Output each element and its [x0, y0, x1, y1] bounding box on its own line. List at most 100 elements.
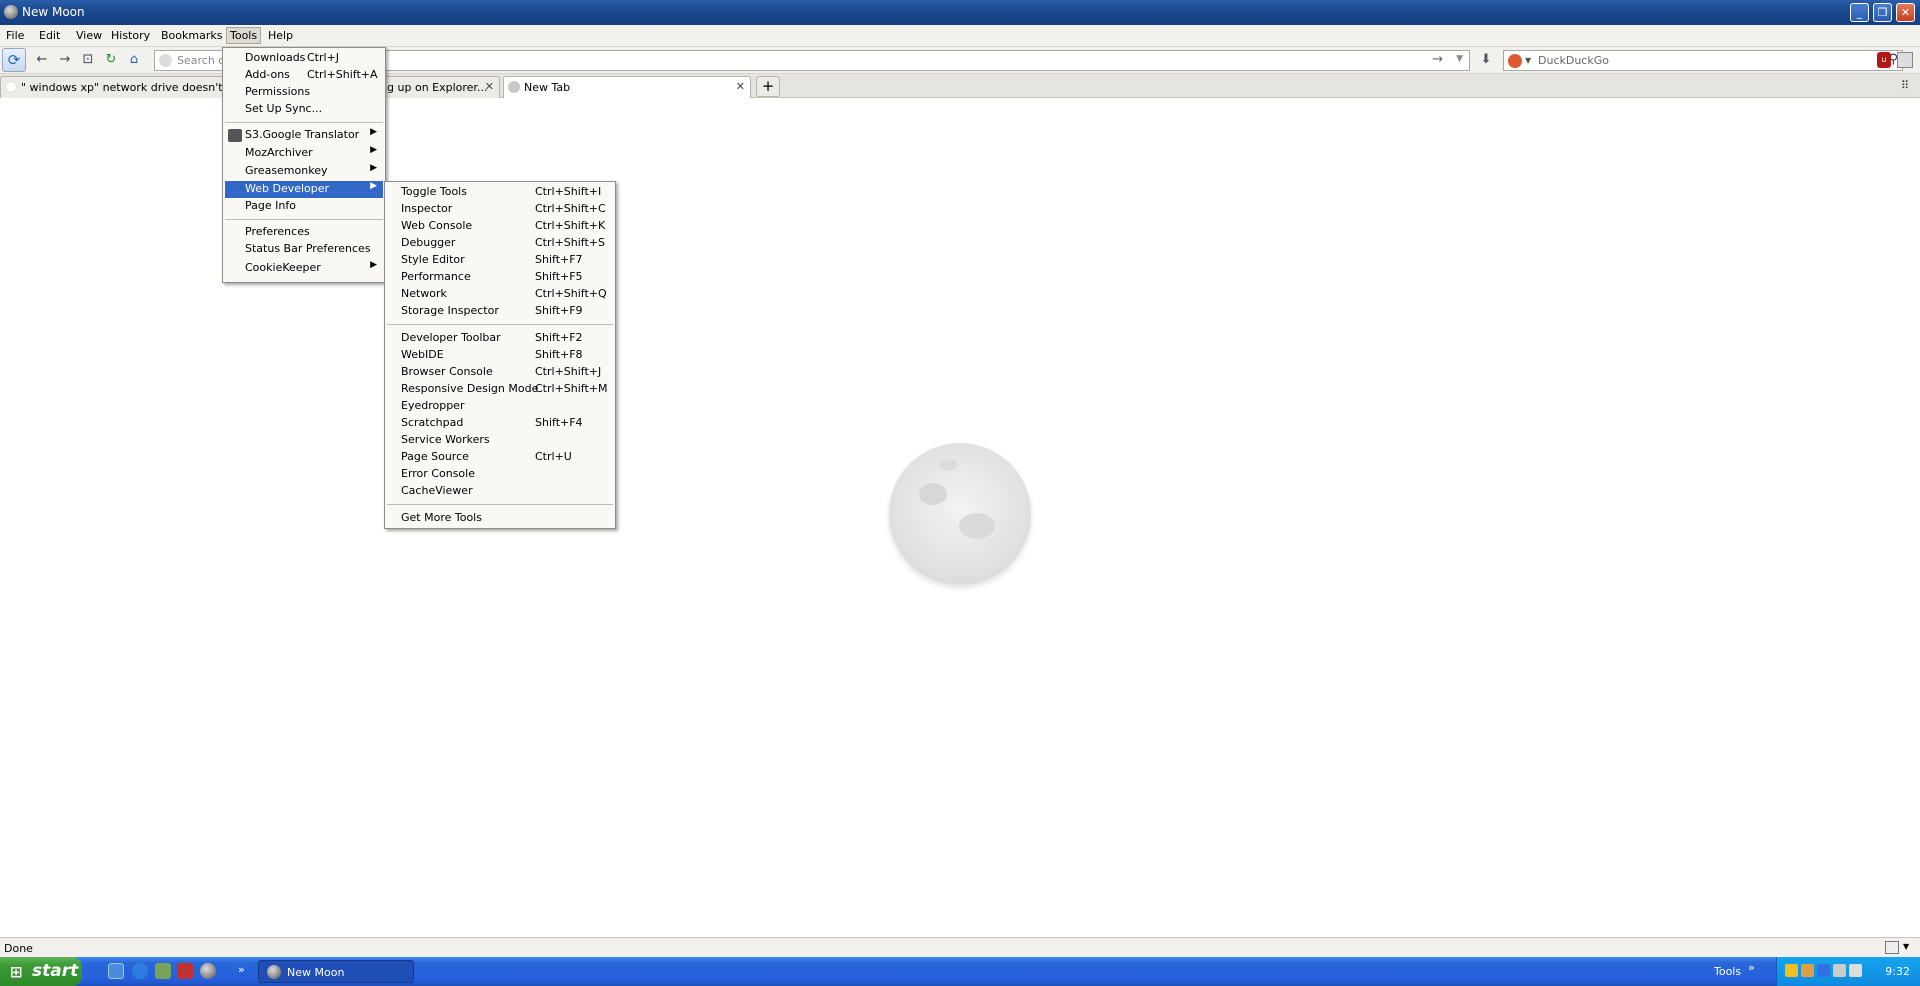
- bluetooth-icon[interactable]: [1817, 964, 1830, 977]
- minimize-button[interactable]: _: [1850, 3, 1869, 22]
- menu-item-page-info[interactable]: Page Info: [225, 198, 383, 215]
- clock[interactable]: 9:32: [1885, 965, 1910, 978]
- menu-item-responsive-design-mode[interactable]: Responsive Design Mode Ctrl+Shift+M: [387, 381, 613, 398]
- menu-edit[interactable]: Edit: [39, 29, 60, 42]
- menu-view[interactable]: View: [76, 29, 102, 42]
- volume-icon[interactable]: [1849, 964, 1862, 977]
- menu-item-inspector[interactable]: Inspector Ctrl+Shift+C: [387, 201, 613, 218]
- menu-item-developer-toolbar[interactable]: Developer Toolbar Shift+F2: [387, 330, 613, 347]
- close-tab-icon[interactable]: ✕: [485, 80, 494, 93]
- page-icon: [508, 81, 520, 93]
- menu-item-set-up-sync[interactable]: Set Up Sync...: [225, 101, 383, 118]
- menu-item-scratchpad[interactable]: Scratchpad Shift+F4: [387, 415, 613, 432]
- menu-help[interactable]: Help: [268, 29, 293, 42]
- web-developer-menu: Toggle Tools Ctrl+Shift+I Inspector Ctrl+S…: [384, 181, 616, 529]
- moon-logo-icon: [889, 443, 1031, 585]
- menu-item-webide[interactable]: WebIDE Shift+F8: [387, 347, 613, 364]
- sidebar-toggle-icon[interactable]: [1897, 52, 1913, 68]
- menu-item-get-more-tools[interactable]: Get More Tools: [387, 510, 613, 527]
- menu-item-toggle-tools[interactable]: Toggle Tools Ctrl+Shift+I: [387, 184, 613, 201]
- network-icon[interactable]: [1833, 964, 1846, 977]
- status-text: Done: [4, 942, 33, 955]
- menu-bookmarks[interactable]: Bookmarks: [161, 29, 222, 42]
- menu-file[interactable]: File: [6, 29, 24, 42]
- menu-item-service-workers[interactable]: Service Workers: [387, 432, 613, 449]
- new-tab-button[interactable]: +: [756, 76, 780, 97]
- toolbar-chevron-icon[interactable]: »: [1748, 961, 1755, 974]
- close-button[interactable]: ✕: [1896, 3, 1915, 22]
- home-icon[interactable]: ⌂: [123, 50, 145, 70]
- taskbar: ⊞ start » New Moon Tools » 9:32: [0, 957, 1920, 986]
- menu-item-style-editor[interactable]: Style Editor Shift+F7: [387, 252, 613, 269]
- menu-separator: [225, 219, 383, 220]
- menu-item-preferences[interactable]: Preferences: [225, 224, 383, 241]
- menu-item-cookiekeeper[interactable]: CookieKeeper ▶: [225, 260, 383, 277]
- taskbar-item-new-moon[interactable]: New Moon: [258, 960, 414, 983]
- chevron-right-icon[interactable]: »: [238, 963, 245, 976]
- tray-app-icon[interactable]: [1801, 964, 1814, 977]
- menu-item-eyedropper[interactable]: Eyedropper: [387, 398, 613, 415]
- windows-flag-icon: ⊞: [10, 963, 23, 981]
- ublock-icon[interactable]: u: [1877, 52, 1891, 68]
- search-placeholder: DuckDuckGo: [1538, 54, 1609, 67]
- menu-item-s3-google-translator[interactable]: S3.Google Translator ▶: [225, 127, 383, 144]
- duckduckgo-icon[interactable]: [1508, 54, 1522, 68]
- menu-item-storage-inspector[interactable]: Storage Inspector Shift+F9: [387, 303, 613, 320]
- menu-item-web-console[interactable]: Web Console Ctrl+Shift+K: [387, 218, 613, 235]
- zoom-icon[interactable]: ⊡: [77, 50, 99, 70]
- search-box[interactable]: ▼ DuckDuckGo ⚲: [1503, 50, 1903, 71]
- close-tab-icon[interactable]: ✕: [736, 80, 745, 93]
- tab-explorer[interactable]: ing up on Explorer... ✕: [370, 76, 500, 98]
- refresh-icon[interactable]: ⟳: [2, 48, 26, 72]
- quicklaunch-tool-icon[interactable]: [177, 963, 193, 979]
- dropdown-icon[interactable]: ▼: [1456, 54, 1463, 64]
- menu-item-browser-console[interactable]: Browser Console Ctrl+Shift+J: [387, 364, 613, 381]
- window-title: New Moon: [22, 5, 85, 19]
- tab-label: New Tab: [524, 81, 571, 94]
- reload-icon[interactable]: ↻: [100, 50, 122, 70]
- engine-dropdown-icon[interactable]: ▼: [1525, 56, 1531, 65]
- menu-item-downloads[interactable]: Downloads Ctrl+J: [225, 50, 383, 67]
- menu-bar: File Edit View History Bookmarks Tools H…: [0, 25, 1920, 47]
- tab-google-search[interactable]: " windows xp" network drive doesn't show: [0, 76, 225, 98]
- new-moon-icon: [267, 965, 281, 979]
- tab-label: " windows xp" network drive doesn't show: [21, 81, 224, 94]
- menu-item-performance[interactable]: Performance Shift+F5: [387, 269, 613, 286]
- new-moon-quicklaunch-icon[interactable]: [200, 963, 216, 979]
- title-bar: New Moon _ ❐ ✕: [0, 0, 1920, 25]
- status-bar: Done ▼: [0, 937, 1920, 957]
- tools-toolbar-label[interactable]: Tools: [1714, 965, 1741, 978]
- tab-new-tab[interactable]: New Tab ✕: [503, 76, 751, 98]
- tab-groups-icon[interactable]: ⠿: [1901, 79, 1909, 92]
- menu-item-web-developer[interactable]: Web Developer ▶: [225, 181, 383, 198]
- addon-dropdown-icon[interactable]: ▼: [1903, 942, 1909, 951]
- menu-item-permissions[interactable]: Permissions: [225, 84, 383, 101]
- translator-icon: [228, 129, 242, 142]
- tab-label: ing up on Explorer...: [377, 81, 488, 94]
- menu-item-network[interactable]: Network Ctrl+Shift+Q: [387, 286, 613, 303]
- forward-arrow-icon[interactable]: →: [54, 50, 76, 70]
- menu-item-debugger[interactable]: Debugger Ctrl+Shift+S: [387, 235, 613, 252]
- menu-item-mozarchiver[interactable]: MozArchiver ▶: [225, 145, 383, 162]
- quicklaunch-browser-icon[interactable]: [108, 963, 124, 979]
- menu-tools[interactable]: Tools: [226, 27, 262, 44]
- menu-item-page-source[interactable]: Page Source Ctrl+U: [387, 449, 613, 466]
- menu-item-greasemonkey[interactable]: Greasemonkey ▶: [225, 163, 383, 180]
- system-tray: 9:32: [1776, 957, 1920, 986]
- quicklaunch-app-icon[interactable]: [155, 963, 171, 979]
- back-arrow-icon[interactable]: ←: [31, 50, 53, 70]
- status-bar-addon-icon[interactable]: [1885, 941, 1899, 954]
- internet-explorer-icon[interactable]: [132, 963, 148, 979]
- security-shield-icon[interactable]: [1785, 964, 1798, 977]
- menu-separator: [225, 122, 383, 123]
- menu-item-status-bar-preferences[interactable]: Status Bar Preferences: [225, 241, 383, 258]
- menu-item-add-ons[interactable]: Add-ons Ctrl+Shift+A: [225, 67, 383, 84]
- menu-history[interactable]: History: [111, 29, 150, 42]
- start-button[interactable]: ⊞ start: [0, 957, 82, 986]
- download-icon[interactable]: ⬇: [1475, 50, 1497, 70]
- menu-item-cacheviewer[interactable]: CacheViewer: [387, 483, 613, 500]
- menu-item-error-console[interactable]: Error Console: [387, 466, 613, 483]
- go-arrow-icon[interactable]: →: [1432, 52, 1443, 67]
- url-placeholder: Search o: [177, 54, 226, 67]
- maximize-button[interactable]: ❐: [1873, 3, 1892, 22]
